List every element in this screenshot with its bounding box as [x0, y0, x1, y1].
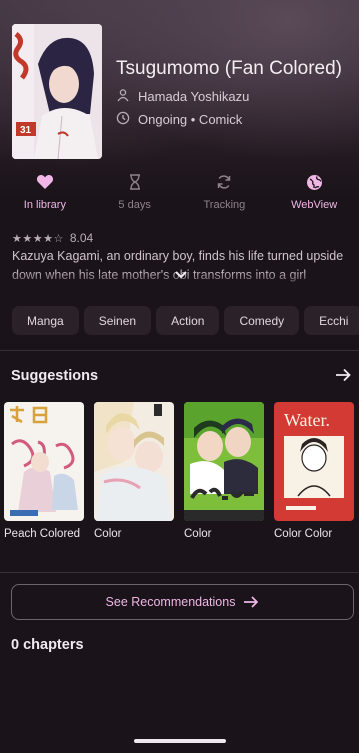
status-row: Ongoing • Comick — [116, 111, 242, 127]
genre-tags: Manga Seinen Action Comedy Ecchi — [12, 306, 359, 335]
action-bar: In library 5 days Tracking WebView — [0, 172, 359, 220]
author-row[interactable]: Hamada Yoshikazu — [116, 88, 249, 104]
suggestions-heading: Suggestions — [11, 368, 99, 384]
suggestion-card[interactable]: Water. Color Color — [274, 402, 354, 540]
webview-button[interactable]: WebView — [269, 172, 359, 220]
person-icon — [116, 88, 132, 104]
genre-tag[interactable]: Ecchi — [304, 306, 359, 335]
suggestion-card[interactable]: Color — [184, 402, 264, 540]
chapters-count: 0 chapters — [11, 637, 84, 653]
see-recommendations-button[interactable]: See Recommendations — [11, 584, 354, 620]
in-library-button[interactable]: In library — [0, 172, 90, 220]
heart-icon — [36, 172, 54, 192]
suggestion-cover — [184, 402, 264, 521]
genre-tag[interactable]: Comedy — [224, 306, 300, 335]
genre-tag[interactable]: Seinen — [83, 306, 152, 335]
arrow-right-icon[interactable] — [334, 366, 352, 384]
suggestion-cover — [94, 402, 174, 521]
suggestion-title: Peach Colored — [4, 528, 81, 540]
genre-tag[interactable]: Manga — [12, 306, 79, 335]
suggestion-title: Color Color — [274, 528, 333, 540]
description-line-1: Kazuya Kagami, an ordinary boy, finds hi… — [12, 249, 344, 263]
author-name: Hamada Yoshikazu — [138, 88, 250, 104]
tracking-button[interactable]: Tracking — [180, 172, 270, 220]
arrow-right-icon — [243, 595, 259, 609]
manga-cover[interactable]: 31 — [12, 24, 102, 159]
suggestion-cover: Water. — [274, 402, 354, 521]
globe-icon — [306, 172, 323, 192]
manga-details-screen: 31 Tsugumomo (Fan Colored) Hamada Yoshik… — [0, 0, 359, 753]
chevron-down-icon[interactable] — [174, 268, 188, 280]
cover-volume-badge: 31 — [20, 125, 32, 136]
suggestion-cover — [4, 402, 84, 521]
status-text: Ongoing • Comick — [138, 111, 243, 127]
rating-value: 8.04 — [69, 231, 94, 245]
clock-icon — [116, 111, 132, 127]
see-recommendations-label: See Recommendations — [105, 595, 236, 609]
suggestion-cover-text: Water. — [284, 410, 330, 430]
webview-label: WebView — [291, 199, 338, 211]
suggestion-title: Color — [184, 528, 212, 540]
rating-stars: ★★★★☆ — [12, 232, 64, 245]
divider — [0, 572, 359, 573]
tracking-label: Tracking — [203, 199, 246, 211]
divider — [0, 350, 359, 351]
suggestion-card[interactable]: Color — [94, 402, 174, 540]
suggestion-title: Color — [94, 528, 122, 540]
genre-tag[interactable]: Action — [156, 306, 220, 335]
update-interval-label: 5 days — [118, 199, 151, 211]
suggestion-card[interactable]: Peach Colored — [4, 402, 84, 540]
manga-title: Tsugumomo (Fan Colored) — [116, 58, 342, 79]
update-interval-button[interactable]: 5 days — [90, 172, 180, 220]
hourglass-icon — [129, 172, 141, 192]
home-indicator[interactable] — [134, 739, 226, 743]
rating: ★★★★☆ 8.04 — [12, 231, 93, 245]
in-library-label: In library — [23, 199, 66, 211]
sync-icon — [216, 172, 232, 192]
